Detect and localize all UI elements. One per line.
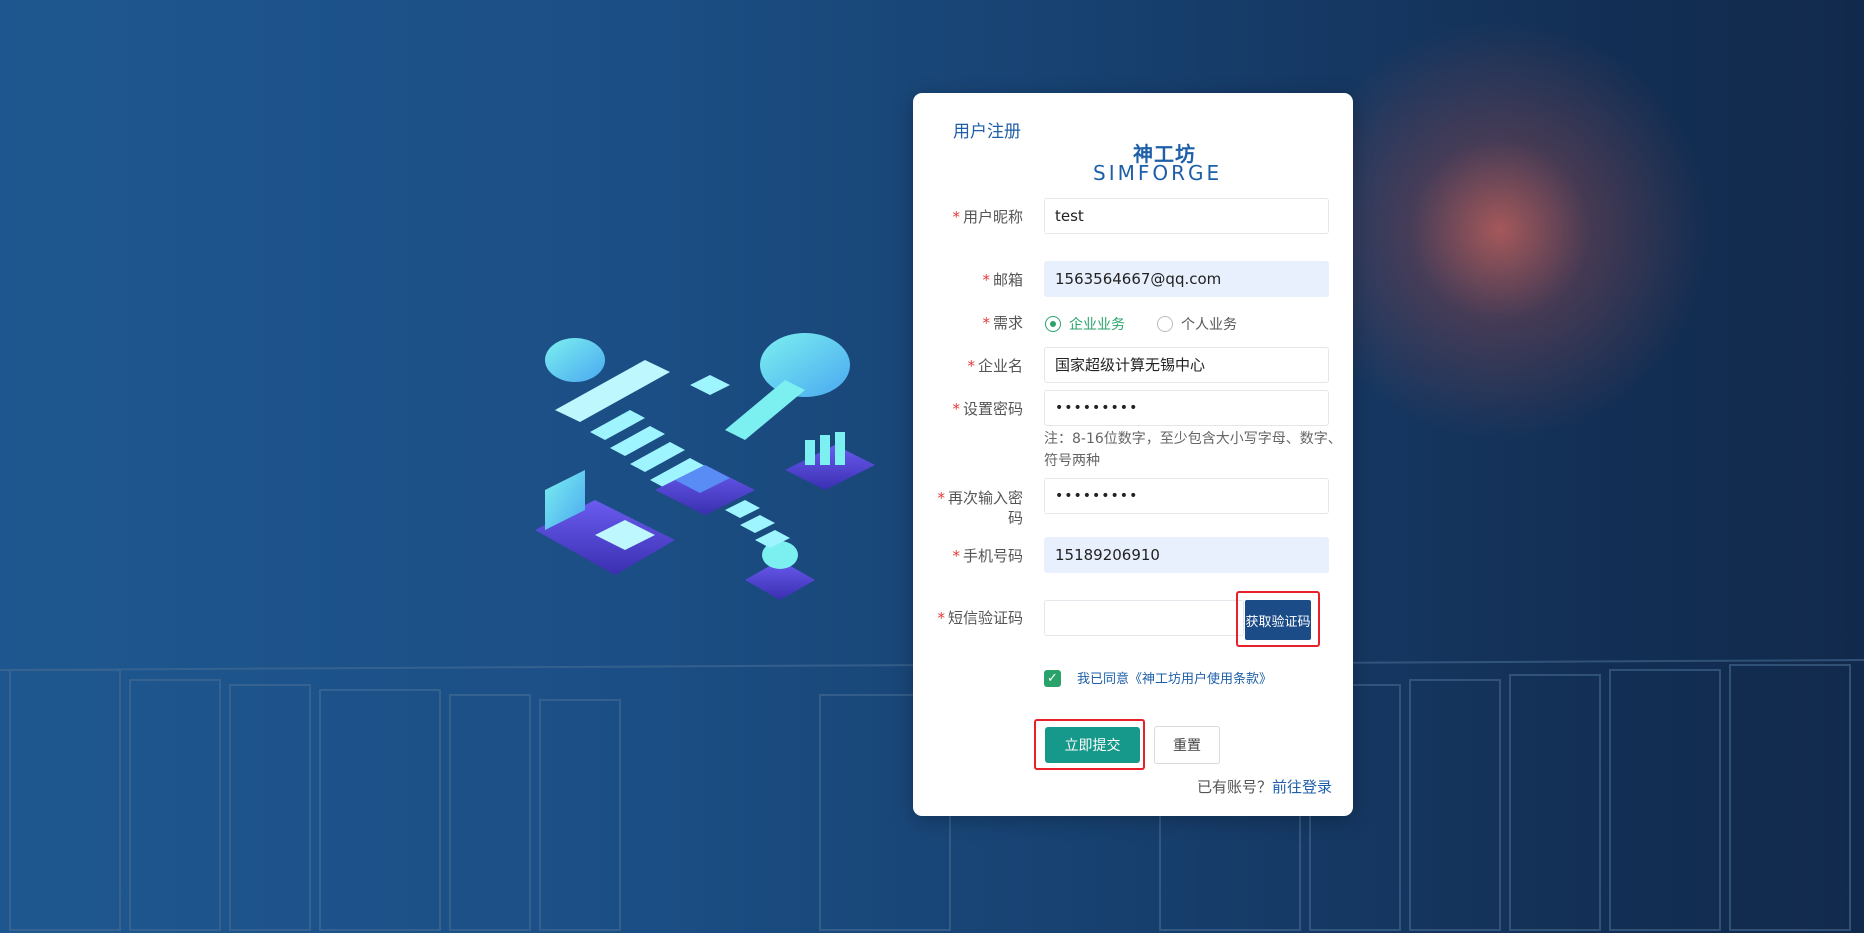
sms-code-label: * 短信验证码 (937, 609, 1023, 627)
login-prompt: 已有账号？前往登录 (1196, 778, 1332, 796)
radio-enterprise[interactable]: 企业业务 (1045, 314, 1125, 334)
required-mark: * (982, 271, 990, 289)
get-sms-code-button[interactable]: 获取验证码 (1245, 600, 1311, 640)
required-mark: * (937, 489, 945, 507)
required-mark: * (967, 357, 975, 375)
required-mark: * (952, 547, 960, 565)
logo-en: SIMFORGE (1093, 161, 1223, 185)
submit-button[interactable]: 立即提交 (1045, 727, 1140, 763)
email-label: * 邮箱 (982, 271, 1023, 289)
go-login-link[interactable]: 前往登录 (1272, 778, 1332, 796)
required-mark: * (952, 208, 960, 226)
phone-label: * 手机号码 (952, 547, 1023, 565)
radio-unchecked-icon (1157, 316, 1173, 332)
radio-personal[interactable]: 个人业务 (1157, 314, 1237, 334)
password-confirm-input[interactable]: ••••••••• (1044, 478, 1329, 514)
need-label: * 需求 (982, 314, 1023, 332)
required-mark: * (937, 609, 945, 627)
nickname-input[interactable]: test (1044, 198, 1329, 234)
company-input[interactable]: 国家超级计算无锡中心 (1044, 347, 1329, 383)
sms-code-input[interactable] (1044, 600, 1244, 636)
phone-input[interactable]: 15189206910 (1044, 537, 1329, 573)
password-label: * 设置密码 (952, 400, 1023, 418)
isometric-cloud-illustration (535, 333, 875, 600)
agree-terms-link[interactable]: 我已同意《神工坊用户使用条款》 (1077, 668, 1272, 687)
agree-checkbox[interactable]: ✓ (1044, 670, 1061, 687)
email-input[interactable]: 1563564667@qq.com (1044, 261, 1329, 297)
required-mark: * (982, 314, 990, 332)
reset-button[interactable]: 重置 (1154, 726, 1220, 764)
registration-form-card: 用户注册 神工坊 SIMFORGE * 用户昵称 test * 邮箱 1563564… (913, 93, 1353, 816)
password-confirm-label: * 再次输入密码 (937, 489, 1023, 527)
password-hint: 注：8-16位数字，至少包含大小写字母、数字、符号两种 (1044, 431, 1342, 469)
radio-checked-icon (1045, 316, 1061, 332)
password-input[interactable]: ••••••••• (1044, 390, 1329, 426)
company-label: * 企业名 (967, 357, 1023, 375)
form-title: 用户注册 (953, 122, 1021, 142)
nickname-label: * 用户昵称 (952, 208, 1023, 226)
required-mark: * (952, 400, 960, 418)
